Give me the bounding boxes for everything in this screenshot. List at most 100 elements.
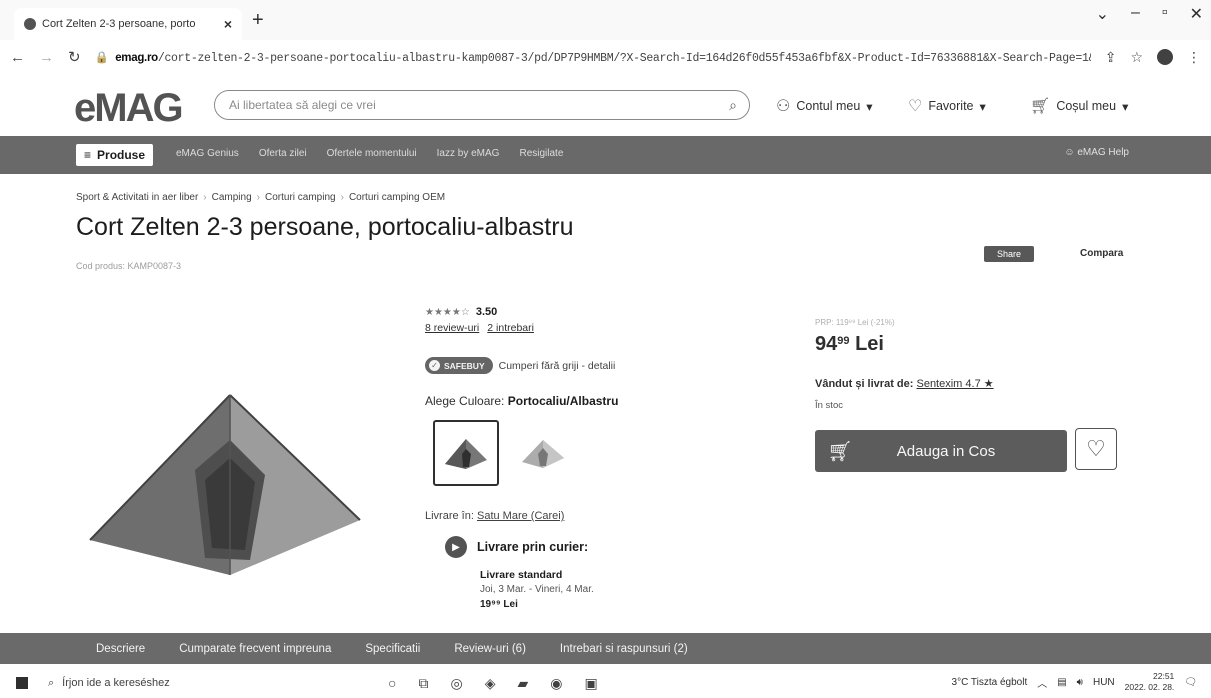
chrome-icon[interactable]: ◉ — [550, 675, 562, 692]
nav-link[interactable]: Iazz by eMAG — [437, 148, 500, 159]
breadcrumb-separator: › — [340, 192, 344, 203]
extension-icon[interactable] — [1157, 49, 1173, 65]
chevron-down-icon[interactable]: ⌄ — [1096, 4, 1109, 24]
cortana-icon[interactable]: ○ — [388, 675, 396, 692]
volume-icon[interactable]: 🔊︎ — [1077, 677, 1083, 688]
windows-start-icon[interactable] — [16, 677, 28, 689]
language-indicator[interactable]: HUN — [1093, 677, 1115, 688]
url-domain: emag.ro — [115, 51, 158, 64]
close-tab-icon[interactable]: × — [224, 16, 232, 32]
browser-tab-bar: Cort Zelten 2-3 persoane, porto × + ⌄ – … — [0, 0, 1211, 40]
tab-intrebari[interactable]: Intrebari si raspunsuri (2) — [560, 643, 688, 655]
cart-link[interactable]: 🛒︎ Coșul meu ▾ — [1030, 96, 1128, 116]
tab-reviews[interactable]: Review-uri (6) — [454, 643, 526, 655]
browser-tab[interactable]: Cort Zelten 2-3 persoane, porto × — [14, 8, 242, 40]
nav-link[interactable]: Oferta zilei — [259, 148, 307, 159]
search-input[interactable]: Ai libertatea să alegi ce vrei ⌕ — [214, 90, 750, 120]
forward-icon[interactable]: → — [39, 49, 54, 66]
word-icon[interactable]: ▣ — [584, 675, 597, 692]
nav-link[interactable]: Resigilate — [519, 148, 563, 159]
file-explorer-icon[interactable]: ▰ — [517, 675, 528, 692]
reviews-link[interactable]: 8 review-uri — [425, 322, 479, 334]
tray-chevron-icon[interactable]: ︿ — [1037, 675, 1047, 690]
produse-menu-button[interactable]: ≡ Produse — [76, 144, 154, 166]
standard-delivery-dates: Joi, 3 Mar. - Vineri, 4 Mar. — [480, 584, 594, 595]
nav-link[interactable]: Ofertele momentului — [327, 148, 417, 159]
minimize-button[interactable]: – — [1131, 4, 1140, 24]
nav-link[interactable]: eMAG Genius — [176, 148, 239, 159]
bookmark-star-icon[interactable]: ☆ — [1130, 49, 1143, 66]
safebuy-text[interactable]: Cumperi fără griji - detalii — [499, 360, 616, 372]
help-icon: ☺ — [1064, 147, 1078, 158]
search-placeholder: Ai libertatea să alegi ce vrei — [229, 98, 376, 112]
heart-icon: ♡ — [908, 98, 923, 115]
questions-link[interactable]: 2 intrebari — [487, 322, 534, 334]
courier-delivery: ▶ Livrare prin curier: — [445, 536, 588, 558]
close-window-button[interactable]: ✕ — [1190, 4, 1203, 24]
price-decimals: 99 — [837, 335, 850, 347]
account-link[interactable]: ⚇ Contul meu ▾ — [776, 96, 873, 116]
stock-status: În stoc — [815, 400, 843, 411]
tab-specificatii[interactable]: Specificatii — [365, 643, 420, 655]
courier-label: Livrare prin curier: — [477, 540, 589, 554]
network-icon[interactable]: ▤ — [1057, 677, 1066, 688]
url-field[interactable]: 🔒 emag.ro/cort-zelten-2-3-persoane-porto… — [95, 50, 1091, 65]
breadcrumb: Sport & Activitati in aer liber › Camping… — [76, 192, 445, 203]
breadcrumb-item[interactable]: Corturi camping OEM — [349, 192, 445, 203]
notifications-icon[interactable]: 🗨︎ — [1184, 677, 1197, 688]
breadcrumb-item[interactable]: Camping — [212, 192, 252, 203]
add-to-cart-button[interactable]: 🛒︎ Adauga in Cos — [815, 430, 1067, 472]
reload-icon[interactable]: ↻ — [68, 48, 81, 66]
price: 9499 Lei — [815, 333, 884, 356]
new-tab-button[interactable]: + — [252, 9, 264, 32]
breadcrumb-item[interactable]: Corturi camping — [265, 192, 336, 203]
clock-date: 2022. 02. 28. — [1124, 682, 1175, 692]
add-to-favorites-button[interactable]: ♡ — [1075, 428, 1117, 470]
delivery-location-link[interactable]: Satu Mare (Carei) — [477, 510, 564, 522]
tab-cumparate-frecvent[interactable]: Cumparate frecvent impreuna — [179, 643, 331, 655]
help-link[interactable]: ☺ eMAG Help — [1064, 147, 1129, 158]
product-image[interactable] — [80, 380, 370, 580]
emag-logo[interactable]: eMAG — [74, 86, 184, 131]
clock[interactable]: 22:51 2022. 02. 28. — [1125, 671, 1175, 693]
search-icon: ⌕ — [48, 676, 55, 689]
menu-dots-icon[interactable]: ⋮ — [1187, 49, 1201, 66]
price-integer: 94 — [815, 333, 838, 355]
product-code: Cod produs: KAMP0087-3 — [76, 261, 182, 271]
color-swatch-selected[interactable] — [433, 420, 499, 486]
breadcrumb-separator: › — [203, 192, 207, 203]
seller-link[interactable]: Sentexim 4.7 ★ — [916, 378, 993, 390]
favorites-link[interactable]: ♡ Favorite ▾ — [908, 96, 986, 116]
weather-widget[interactable]: 3°C Tiszta égbolt — [952, 677, 1028, 688]
delivery-location: Livrare în: Satu Mare (Carei) — [425, 510, 564, 522]
safebuy-badge-label: SAFEBUY — [444, 360, 485, 371]
task-view-icon[interactable]: ⧉ — [418, 675, 428, 692]
account-label: Contul meu — [796, 99, 861, 113]
window-controls: ⌄ – ▫ ✕ — [1096, 4, 1203, 24]
back-icon[interactable]: ← — [10, 49, 25, 66]
seller-info: Vândut și livrat de: Sentexim 4.7 ★ — [815, 377, 994, 390]
maximize-button[interactable]: ▫ — [1162, 4, 1168, 24]
main-nav: ≡ Produse eMAG Genius Oferta zilei Ofert… — [0, 136, 1211, 174]
color-swatch-option[interactable] — [510, 420, 576, 486]
help-label: eMAG Help — [1077, 147, 1129, 158]
edge-icon[interactable]: ◎ — [450, 675, 462, 692]
tab-descriere[interactable]: Descriere — [96, 643, 145, 655]
check-icon: ✓ — [429, 360, 440, 371]
search-icon[interactable]: ⌕ — [729, 97, 737, 114]
share-button[interactable]: Share — [984, 246, 1034, 262]
hamburger-icon: ≡ — [84, 148, 92, 162]
brave-icon[interactable]: ◈ — [485, 675, 496, 692]
taskbar-search[interactable]: ⌕ Írjon ide a kereséshez — [48, 677, 388, 690]
color-selector-label: Alege Culoare: Portocaliu/Albastru — [425, 394, 618, 408]
standard-delivery-price: 19⁹⁹ Lei — [480, 599, 518, 610]
compare-button[interactable]: Compara — [1080, 248, 1123, 259]
favorites-label: Favorite — [928, 99, 974, 113]
address-bar: ← → ↻ 🔒 emag.ro/cort-zelten-2-3-persoane… — [0, 40, 1211, 74]
add-to-cart-label: Adauga in Cos — [896, 442, 996, 460]
sold-by-label: Vândut și livrat de: — [815, 378, 914, 390]
breadcrumb-item[interactable]: Sport & Activitati in aer liber — [76, 192, 198, 203]
truck-icon: ▶ — [445, 536, 467, 558]
standard-delivery-title: Livrare standard — [480, 569, 563, 581]
share-page-icon[interactable]: ⇪ — [1105, 49, 1117, 66]
